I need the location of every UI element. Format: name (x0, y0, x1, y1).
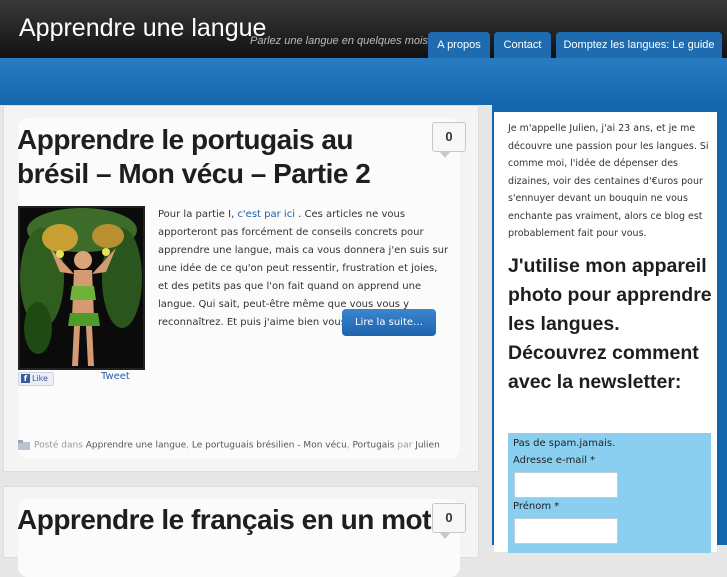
carnival-dancer-image (20, 208, 143, 368)
bubble-tail (439, 151, 451, 158)
facebook-icon: f (21, 374, 30, 383)
post-title[interactable]: Apprendre le français en un mot (17, 503, 431, 537)
newsletter-heading: J'utilise mon appareil photo pour appren… (508, 255, 712, 393)
tweet-button[interactable]: Tweet (101, 371, 130, 382)
nav-item-a-propos[interactable]: A propos (428, 32, 490, 58)
category-link-apprendre[interactable]: Apprendre une langue (86, 441, 186, 451)
bubble-tail (439, 532, 451, 539)
post-francais: Apprendre le français en un mot 0 (3, 486, 479, 577)
firstname-label: Prénom * (513, 501, 560, 512)
no-spam-text: Pas de spam.jamais. (513, 438, 616, 449)
nav-item-contact[interactable]: Contact (494, 32, 551, 58)
author-prefix: par (397, 440, 413, 451)
comment-count: 0 (445, 510, 453, 525)
comment-count: 0 (445, 129, 453, 144)
comment-count-bubble[interactable]: 0 (432, 122, 466, 158)
comment-count-bubble[interactable]: 0 (432, 503, 466, 539)
site-header: Apprendre une langue Parlez une langue e… (0, 0, 727, 58)
folder-icon (18, 440, 30, 450)
post-thumbnail[interactable] (18, 206, 145, 370)
newsletter-form: Pas de spam.jamais. Adresse e-mail * Pré… (508, 433, 711, 553)
post-title[interactable]: Apprendre le portugais au brésil – Mon v… (17, 123, 429, 191)
post-meta: Posté dans Apprendre une langue, Le port… (18, 440, 440, 451)
category-link-portugais[interactable]: Portugais (353, 441, 395, 451)
author-link[interactable]: Julien (415, 441, 440, 451)
sidebar-panel: Je m'appelle Julien, j'ai 23 ans, et je … (494, 112, 717, 553)
excerpt-text-1: Pour la partie I, (158, 209, 238, 220)
facebook-like-button[interactable]: f Like (18, 372, 54, 386)
email-label: Adresse e-mail * (513, 455, 596, 466)
sidebar-intro: Je m'appelle Julien, j'ai 23 ans, et je … (508, 123, 709, 239)
site-tagline: Parlez une langue en quelques mois (250, 35, 428, 47)
like-label: Like (32, 374, 48, 383)
category-link-portuguais-bresilien[interactable]: Le portuguais brésilien - Mon vécu (192, 441, 347, 451)
excerpt-link[interactable]: c'est par ici (237, 209, 295, 220)
firstname-field[interactable] (514, 518, 618, 544)
meta-prefix: Posté dans (34, 440, 83, 451)
site-title[interactable]: Apprendre une langue (19, 14, 266, 43)
post-portugais: Apprendre le portugais au brésil – Mon v… (3, 105, 479, 472)
main-content: Apprendre le portugais au brésil – Mon v… (0, 105, 479, 577)
email-field[interactable] (514, 472, 618, 498)
read-more-button[interactable]: Lire la suite… (342, 309, 436, 336)
sidebar: Je m'appelle Julien, j'ai 23 ans, et je … (492, 105, 727, 553)
header-band (0, 58, 727, 105)
nav-item-guide[interactable]: Domptez les langues: Le guide (556, 32, 722, 58)
